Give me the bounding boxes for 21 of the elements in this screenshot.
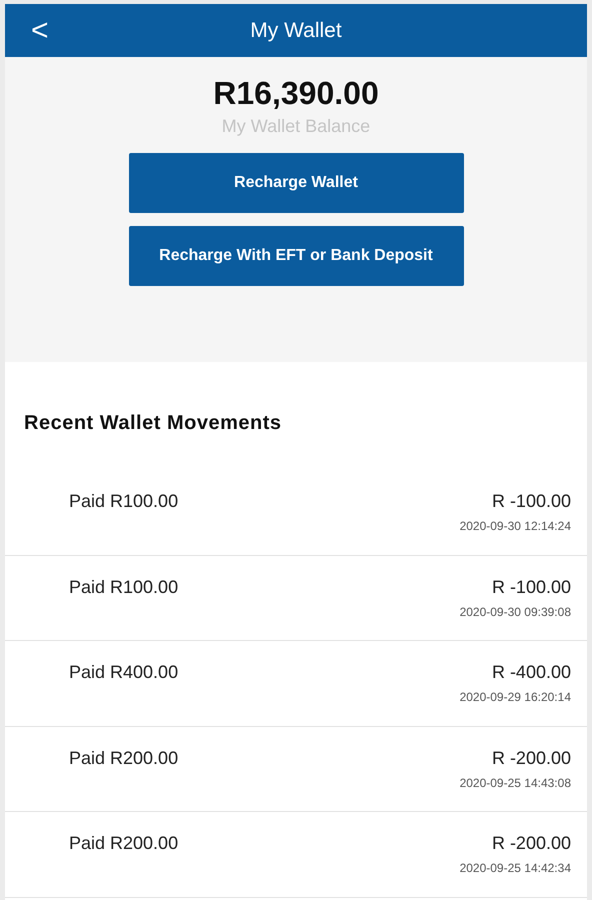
- recharge-button[interactable]: Recharge Wallet: [128, 153, 464, 213]
- movement-amount: R -200.00: [492, 832, 571, 854]
- movement-timestamp: 2020-09-29 16:20:14: [460, 689, 571, 706]
- movement-amount: R -400.00: [492, 661, 571, 683]
- movement-description: Paid R200.00: [69, 746, 178, 768]
- movement-amount: R -100.00: [492, 576, 571, 598]
- back-button[interactable]: <: [31, 16, 49, 46]
- movement-timestamp: 2020-09-25 14:43:08: [460, 774, 571, 792]
- movement-description: Paid R100.00: [69, 490, 178, 512]
- balance-amount: R16,390.00: [213, 74, 379, 113]
- movement-timestamp: 2020-09-30 12:14:24: [460, 518, 571, 535]
- movement-description: Paid R400.00: [69, 661, 178, 683]
- movement-description: Paid R200.00: [69, 832, 178, 854]
- section-title: Recent Wallet Movements: [24, 411, 282, 436]
- recharge-button[interactable]: Recharge With EFT or Bank Deposit: [128, 226, 464, 286]
- screen-title: My Wallet: [250, 18, 342, 44]
- movement-amount: R -100.00: [492, 490, 571, 512]
- movement-timestamp: 2020-09-25 14:42:34: [460, 860, 571, 877]
- movement-amount: R -200.00: [492, 746, 571, 768]
- movement-description: Paid R100.00: [69, 576, 178, 598]
- movement-timestamp: 2020-09-30 09:39:08: [460, 604, 571, 620]
